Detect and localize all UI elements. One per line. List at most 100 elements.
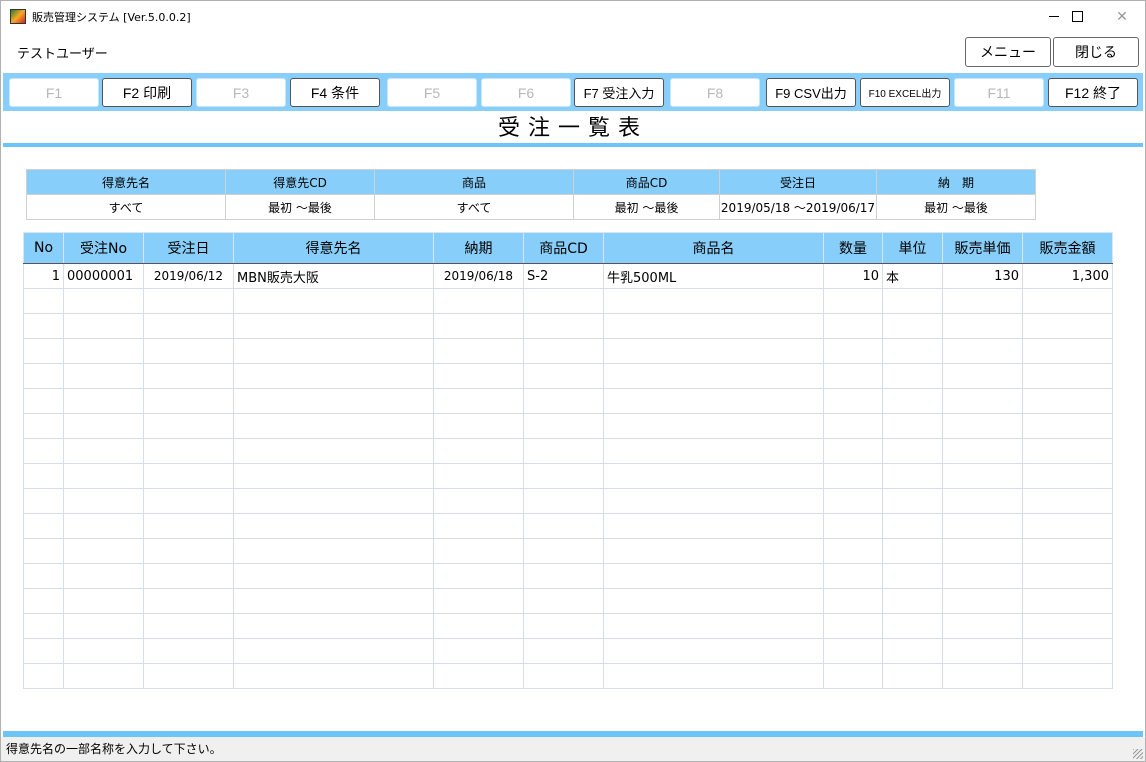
table-cell[interactable] [233, 563, 434, 589]
table-cell[interactable]: 00000001 [63, 263, 144, 289]
table-cell[interactable] [603, 538, 824, 564]
table-row[interactable] [23, 438, 1113, 464]
table-cell[interactable] [603, 613, 824, 639]
table-cell[interactable] [233, 488, 434, 514]
table-row[interactable] [23, 613, 1113, 639]
col-header-customer[interactable]: 得意先名 [233, 232, 434, 264]
table-cell[interactable] [882, 413, 943, 439]
table-cell[interactable] [143, 488, 234, 514]
table-cell[interactable] [23, 638, 64, 664]
table-cell[interactable] [233, 313, 434, 339]
table-cell[interactable] [1022, 563, 1113, 589]
table-cell[interactable] [823, 638, 883, 664]
table-cell[interactable] [603, 663, 824, 689]
table-cell[interactable] [1022, 388, 1113, 414]
table-cell[interactable] [882, 663, 943, 689]
table-cell[interactable] [523, 413, 604, 439]
table-cell[interactable] [1022, 613, 1113, 639]
table-cell[interactable] [523, 613, 604, 639]
table-cell[interactable] [1022, 338, 1113, 364]
table-cell[interactable] [1022, 463, 1113, 489]
table-cell[interactable] [433, 488, 524, 514]
table-cell[interactable] [233, 638, 434, 664]
table-cell[interactable] [823, 663, 883, 689]
table-cell[interactable] [603, 438, 824, 464]
table-cell[interactable] [882, 513, 943, 539]
table-cell[interactable] [942, 288, 1023, 314]
table-cell[interactable] [233, 663, 434, 689]
table-row[interactable] [23, 313, 1113, 339]
table-row[interactable] [23, 363, 1113, 389]
close-window-icon[interactable]: ✕ [1099, 1, 1145, 32]
table-cell[interactable] [143, 538, 234, 564]
table-cell[interactable] [523, 288, 604, 314]
table-cell[interactable]: 1,300 [1022, 263, 1113, 289]
table-cell[interactable] [63, 313, 144, 339]
table-cell[interactable] [942, 663, 1023, 689]
table-cell[interactable] [63, 488, 144, 514]
table-cell[interactable] [823, 513, 883, 539]
table-row[interactable] [23, 288, 1113, 314]
table-row[interactable] [23, 488, 1113, 514]
col-header-delivery[interactable]: 納期 [433, 232, 524, 264]
table-cell[interactable]: 2019/06/18 [433, 263, 524, 289]
table-cell[interactable] [433, 513, 524, 539]
table-cell[interactable] [143, 313, 234, 339]
table-cell[interactable] [143, 413, 234, 439]
f3-button[interactable]: F3 [196, 78, 286, 107]
table-cell[interactable] [143, 388, 234, 414]
table-cell[interactable] [23, 288, 64, 314]
table-cell[interactable] [63, 388, 144, 414]
table-cell[interactable]: 2019/06/12 [143, 263, 234, 289]
table-cell[interactable] [433, 613, 524, 639]
f5-button[interactable]: F5 [387, 78, 477, 107]
f2-print-button[interactable]: F2 印刷 [102, 78, 192, 107]
table-cell[interactable] [882, 538, 943, 564]
table-cell[interactable] [23, 363, 64, 389]
table-cell[interactable] [523, 463, 604, 489]
table-cell[interactable] [1022, 413, 1113, 439]
table-cell[interactable] [603, 488, 824, 514]
table-cell[interactable] [942, 488, 1023, 514]
table-cell[interactable] [63, 438, 144, 464]
table-cell[interactable] [63, 563, 144, 589]
table-cell[interactable] [523, 363, 604, 389]
table-cell[interactable] [523, 638, 604, 664]
table-cell[interactable] [1022, 363, 1113, 389]
table-cell[interactable] [433, 588, 524, 614]
table-cell[interactable] [23, 488, 64, 514]
table-cell[interactable] [23, 438, 64, 464]
table-cell[interactable]: 10 [823, 263, 883, 289]
table-cell[interactable] [63, 538, 144, 564]
maximize-icon[interactable] [1054, 1, 1100, 32]
table-cell[interactable] [233, 613, 434, 639]
table-cell[interactable] [1022, 313, 1113, 339]
table-cell[interactable] [882, 338, 943, 364]
f9-csv-button[interactable]: F9 CSV出力 [766, 78, 856, 107]
table-cell[interactable] [603, 388, 824, 414]
table-cell[interactable] [823, 463, 883, 489]
table-cell[interactable] [233, 588, 434, 614]
col-header-unit[interactable]: 単位 [882, 232, 943, 264]
table-row[interactable] [23, 663, 1113, 689]
table-cell[interactable] [942, 463, 1023, 489]
table-cell[interactable]: 1 [23, 263, 64, 289]
table-cell[interactable] [63, 363, 144, 389]
f10-excel-button[interactable]: F10 EXCEL出力 [860, 78, 950, 107]
table-cell[interactable] [63, 338, 144, 364]
table-cell[interactable] [882, 363, 943, 389]
table-cell[interactable]: 本 [882, 263, 943, 289]
table-cell[interactable] [1022, 538, 1113, 564]
table-cell[interactable] [143, 613, 234, 639]
table-cell[interactable] [823, 588, 883, 614]
table-cell[interactable] [433, 438, 524, 464]
table-cell[interactable]: 牛乳500ML [603, 263, 824, 289]
col-header-amount[interactable]: 販売金額 [1022, 232, 1113, 264]
f1-button[interactable]: F1 [9, 78, 99, 107]
table-cell[interactable] [63, 413, 144, 439]
table-cell[interactable] [143, 463, 234, 489]
table-cell[interactable] [143, 638, 234, 664]
table-cell[interactable] [942, 638, 1023, 664]
table-cell[interactable] [823, 488, 883, 514]
table-cell[interactable] [143, 338, 234, 364]
